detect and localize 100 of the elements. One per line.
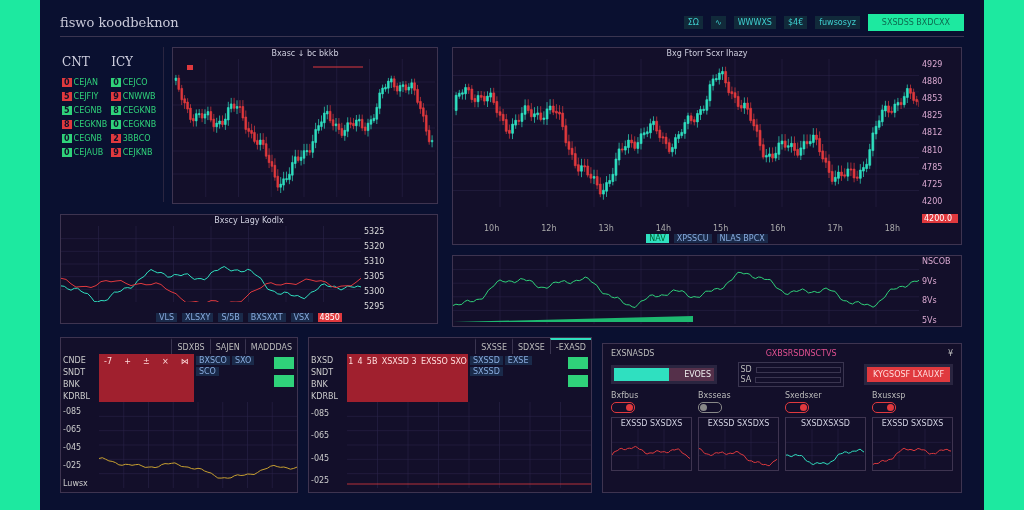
axis-label: 17h: [827, 224, 843, 233]
alert-button[interactable]: KYGSOSF LXAUXF: [864, 364, 953, 385]
chart-title: Bxg Ftorr Scxr Ihazy: [665, 48, 749, 59]
toolbar-item[interactable]: $4€: [783, 15, 808, 29]
toolbar-item[interactable]: ∿: [710, 15, 726, 29]
order-value: +: [124, 357, 131, 366]
watchlist-heading: ICY: [111, 55, 134, 69]
axis-label: 4825: [922, 111, 944, 121]
change-badge: 8: [111, 106, 121, 115]
ticker-name[interactable]: CNWWB: [122, 92, 156, 101]
row-label: KDRBL: [63, 391, 91, 401]
change-badge: 9: [111, 92, 121, 101]
change-badge: 5: [62, 92, 72, 101]
legend-item[interactable]: NLAS BPCX: [716, 234, 768, 243]
toolbar-item[interactable]: WWWXS: [733, 15, 776, 29]
order-value: 1: [348, 357, 354, 366]
axis-label: 4200: [922, 196, 944, 206]
legend-item[interactable]: S/5B: [218, 313, 243, 322]
ticker-name[interactable]: CEGKNB: [122, 106, 157, 115]
order-value: ×: [162, 357, 169, 366]
change-badge: 0: [111, 120, 121, 129]
legend-item[interactable]: BXSXXT: [247, 313, 286, 322]
ticker-name[interactable]: CEJAN: [73, 78, 98, 87]
order-chip[interactable]: SCO: [195, 367, 219, 376]
axis-label: 13h: [598, 224, 614, 233]
axis-label: 5Vs: [922, 315, 938, 325]
toolbar-item[interactable]: fuwsosyz: [815, 15, 860, 29]
legend-item[interactable]: XPSSCU: [673, 234, 712, 243]
axis-label: 5300: [364, 287, 386, 296]
toggle[interactable]: [872, 402, 896, 413]
toolbar-item[interactable]: ΣΩ: [683, 15, 703, 29]
order-value: XSXSD 3: [381, 357, 417, 366]
ticker-name[interactable]: CEJKNB: [122, 148, 153, 157]
ticker-name[interactable]: CEGKNB: [73, 120, 108, 129]
axis-label: 14h: [655, 224, 671, 233]
order-value: 4: [357, 357, 363, 366]
ticker-name[interactable]: CEGNB: [73, 134, 102, 143]
legend-item[interactable]: NAV: [646, 234, 669, 243]
buy-button[interactable]: [274, 357, 294, 369]
axis-label: Luwsx: [63, 478, 89, 488]
order-chip[interactable]: BXSCO: [195, 356, 230, 365]
order-value: -7: [104, 357, 113, 366]
toggle[interactable]: [611, 402, 635, 413]
chart-title: Bxscy Lagy Kodlx: [213, 215, 285, 226]
axis-label: 5325: [364, 227, 386, 236]
axis-label: -065: [311, 431, 331, 441]
ticker-name[interactable]: CEJAUB: [73, 148, 104, 157]
change-badge: 2: [111, 134, 121, 143]
ticker-name[interactable]: 3BBCO: [122, 134, 151, 143]
axis-label: 15h: [713, 224, 729, 233]
price-tag: 4200.0: [922, 214, 958, 223]
ticker-name[interactable]: CEGKNB: [122, 120, 157, 129]
tab[interactable]: SDXSE: [512, 338, 550, 354]
buy-button[interactable]: [568, 357, 588, 369]
axis-label: 5320: [364, 242, 386, 251]
tab[interactable]: MADDDAS: [244, 338, 297, 354]
price-tag: 4850: [317, 313, 342, 322]
panel-title: GXBSRSDNSCTVS: [765, 349, 837, 358]
row-label: SNDT: [311, 367, 335, 377]
axis-label: -065: [63, 424, 83, 434]
axis-label: -025: [311, 476, 331, 486]
meter-reading: EVOES: [684, 370, 711, 379]
alert-icon: ¥: [947, 349, 953, 358]
ticker-name[interactable]: CEGNB: [73, 106, 102, 115]
order-value: ⋈: [180, 357, 189, 366]
row-label: BXSD: [311, 355, 335, 365]
chart-title: Bxasc ↓ bc bkkb: [270, 48, 340, 59]
ticker-name[interactable]: CEJFIY: [73, 92, 99, 101]
tab[interactable]: SAJEN: [209, 338, 245, 354]
ticker-name[interactable]: CEJCO: [122, 78, 148, 87]
axis-label: 4725: [922, 179, 944, 189]
axis-label: -045: [63, 442, 83, 452]
chart-title: EXSSD SXSDXS: [619, 418, 684, 429]
order-chip[interactable]: SXSSD: [469, 367, 503, 376]
tab[interactable]: SXSSE: [475, 338, 512, 354]
axis-label: -045: [311, 453, 331, 463]
legend-item[interactable]: VLS: [156, 313, 178, 322]
axis-label: -085: [311, 408, 331, 418]
order-chip[interactable]: SXO: [231, 356, 255, 365]
group-label: Bxfbus: [611, 391, 640, 400]
axis-label: 8Vs: [922, 296, 938, 306]
row-label: CNDE: [63, 355, 87, 365]
buy-button[interactable]: [274, 375, 294, 387]
change-badge: 9: [111, 148, 121, 157]
tab[interactable]: -EXASD: [549, 338, 591, 354]
row-label: BNK: [311, 379, 329, 389]
row-label: SNDT: [63, 367, 87, 377]
buy-button[interactable]: [568, 375, 588, 387]
toggle[interactable]: [698, 402, 722, 413]
action-button[interactable]: SXSDSS BXDCXX: [867, 13, 964, 31]
axis-label: 9Vs: [922, 276, 938, 286]
axis-label: 4810: [922, 145, 944, 155]
panel-label: EXSNASDS: [611, 349, 655, 358]
legend-item[interactable]: XLSXY: [182, 313, 214, 322]
order-chip[interactable]: SXSSD: [469, 356, 503, 365]
axis-label: -025: [63, 460, 83, 470]
legend-item[interactable]: VSX: [290, 313, 313, 322]
toggle[interactable]: [785, 402, 809, 413]
order-value: EXSSO SXO: [420, 357, 467, 366]
order-chip[interactable]: EXSE: [504, 356, 532, 365]
